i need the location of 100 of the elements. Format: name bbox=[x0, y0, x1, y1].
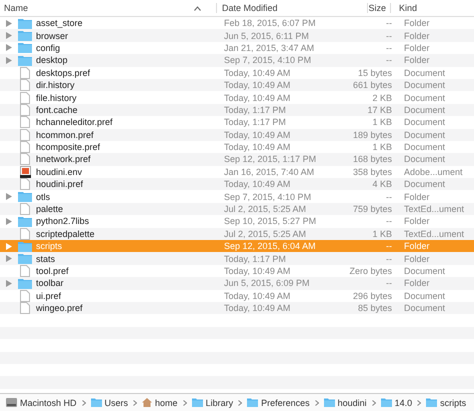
file-name: wingeo.pref bbox=[36, 303, 84, 314]
kind-cell-text: Document bbox=[403, 179, 446, 190]
kind-cell-text: Folder bbox=[403, 216, 430, 226]
file-row[interactable]: tool.pref Today, 10:49 AM Zero bytes Document bbox=[0, 264, 474, 278]
document-icon bbox=[20, 178, 30, 190]
file-row[interactable]: hcomposite.pref Today, 10:49 AM 1 KB Document bbox=[0, 140, 474, 154]
folder-icon bbox=[18, 240, 32, 252]
kind-cell-text: Adobe...ument bbox=[403, 166, 463, 177]
date-cell-text: Today, 10:49 AM bbox=[224, 303, 292, 314]
file-row[interactable]: otls Sep 7, 2015, 4:10 PM -- Folder bbox=[0, 190, 474, 203]
size-cell-text: -- bbox=[385, 254, 392, 264]
file-name: tool.pref bbox=[36, 266, 70, 276]
size-cell-text: 168 bytes bbox=[352, 154, 392, 164]
kind-cell-text: Folder bbox=[403, 30, 430, 41]
file-row[interactable]: desktops.pref Today, 10:49 AM 15 bytes Document bbox=[0, 66, 474, 79]
date-cell-text: Jul 2, 2015, 5:25 AM bbox=[224, 228, 308, 239]
kind-cell-text: Document bbox=[403, 266, 446, 276]
file-name: dir.history bbox=[36, 80, 76, 90]
file-row[interactable]: scriptedpalette Jul 2, 2015, 5:25 AM 1 KB TextEd...ument bbox=[0, 228, 474, 240]
kind-cell-text: Document bbox=[403, 92, 446, 103]
file-row[interactable]: file.history Today, 10:49 AM 2 KB Document bbox=[0, 91, 474, 104]
size-cell-text: 296 bytes bbox=[352, 290, 392, 301]
file-name: hnetwork.pref bbox=[36, 154, 92, 164]
size-cell-text: 1 KB bbox=[371, 228, 392, 239]
size-cell-text: -- bbox=[385, 18, 392, 28]
folder-icon bbox=[18, 278, 32, 289]
column-header[interactable]: Name bbox=[0, 3, 194, 13]
file-row[interactable]: config Jan 21, 2015, 3:47 AM -- Folder bbox=[0, 42, 474, 54]
size-cell-text: 2 KB bbox=[371, 92, 392, 103]
file-name: hchanneleditor.pref bbox=[36, 117, 114, 128]
path-item[interactable]: Library bbox=[206, 398, 234, 408]
file-name: hcommon.pref bbox=[36, 130, 95, 140]
folder-icon bbox=[380, 398, 392, 407]
file-row[interactable]: python2.7libs Sep 10, 2015, 5:27 PM -- Folder bbox=[0, 215, 474, 228]
date-cell-text: Jul 2, 2015, 5:25 AM bbox=[224, 204, 308, 214]
column-header[interactable]: Size bbox=[367, 3, 390, 13]
folder-icon bbox=[247, 398, 258, 407]
path-item[interactable]: 14.0 bbox=[394, 398, 412, 408]
file-row[interactable]: stats Today, 1:17 PM -- Folder bbox=[0, 252, 474, 265]
path-item[interactable]: Preferences bbox=[261, 398, 310, 408]
path-item[interactable]: Macintosh HD bbox=[20, 398, 77, 408]
file-row[interactable]: dir.history Today, 10:49 AM 661 bytes Document bbox=[0, 78, 474, 92]
size-cell-text: Zero bytes bbox=[348, 266, 392, 276]
path-item[interactable]: Users bbox=[104, 398, 128, 408]
file-row[interactable]: houdini.pref Today, 10:49 AM 4 KB Document bbox=[0, 178, 474, 190]
file-row[interactable]: ui.pref Today, 10:49 AM 296 bytes Document bbox=[0, 290, 474, 302]
disclosure-triangle-icon[interactable] bbox=[6, 193, 12, 200]
chevron-icon bbox=[417, 400, 422, 406]
size-cell-text: 189 bytes bbox=[352, 130, 392, 140]
file-row[interactable]: wingeo.pref Today, 10:49 AM 85 bytes Document bbox=[0, 302, 474, 314]
path-item[interactable]: home bbox=[155, 398, 178, 408]
kind-cell-text: Folder bbox=[403, 254, 430, 264]
document-icon bbox=[20, 228, 30, 240]
file-row[interactable]: font.cache Today, 1:17 PM 17 KB Document bbox=[0, 104, 474, 116]
date-cell-text: Sep 12, 2015, 1:17 PM bbox=[224, 154, 318, 164]
file-row[interactable]: asset_store Feb 18, 2015, 6:07 PM -- Folder bbox=[0, 17, 474, 30]
kind-cell-text: Folder bbox=[403, 18, 430, 28]
file-row[interactable]: hnetwork.pref Sep 12, 2015, 1:17 PM 168 bytes Document bbox=[0, 153, 474, 166]
kind-cell-text: Folder bbox=[403, 241, 430, 252]
column-header[interactable]: Kind bbox=[390, 3, 418, 13]
file-row[interactable]: hchanneleditor.pref Today, 1:17 PM 1 KB Document bbox=[0, 116, 474, 129]
document-icon bbox=[20, 141, 30, 154]
file-name: ui.pref bbox=[36, 290, 62, 301]
file-row[interactable]: houdini.env Jan 16, 2015, 7:40 AM 358 bytes Adobe...ument bbox=[0, 166, 474, 178]
size-cell-text: 85 bytes bbox=[356, 303, 392, 314]
file-row[interactable]: desktop Sep 7, 2015, 4:10 PM -- Folder bbox=[0, 54, 474, 67]
file-row[interactable]: palette Jul 2, 2015, 5:25 AM 759 bytes TextEd...ument bbox=[0, 202, 474, 216]
file-name: toolbar bbox=[36, 278, 65, 288]
chevron-icon bbox=[182, 400, 187, 406]
folder-icon bbox=[18, 18, 32, 29]
disclosure-triangle-icon[interactable] bbox=[6, 218, 12, 225]
kind-cell-text: TextEd...ument bbox=[403, 228, 464, 239]
size-cell-text: 15 bytes bbox=[356, 68, 392, 78]
file-row[interactable]: hcommon.pref Today, 10:49 AM 189 bytes Document bbox=[0, 128, 474, 141]
date-cell-text: Sep 10, 2015, 5:27 PM bbox=[224, 216, 318, 226]
date-cell-text: Sep 12, 2015, 6:04 AM bbox=[224, 241, 317, 252]
folder-icon bbox=[18, 191, 32, 202]
disclosure-triangle-icon[interactable] bbox=[6, 280, 12, 287]
folder-icon bbox=[426, 398, 438, 407]
folder-icon bbox=[90, 398, 102, 407]
file-row[interactable]: toolbar Jun 5, 2015, 6:09 PM -- Folder bbox=[0, 277, 474, 290]
file-name: houdini.pref bbox=[36, 179, 84, 190]
kind-cell-text: Document bbox=[403, 117, 446, 128]
folder-icon bbox=[18, 253, 32, 264]
path-item[interactable]: houdini bbox=[338, 398, 367, 408]
date-cell-text: Sep 7, 2015, 4:10 PM bbox=[224, 192, 312, 202]
file-name: config bbox=[36, 42, 62, 53]
path-item[interactable]: scripts bbox=[440, 398, 466, 408]
file-name: font.cache bbox=[36, 104, 79, 115]
date-cell-text: Jun 5, 2015, 6:11 PM bbox=[224, 30, 310, 41]
chevron-icon bbox=[133, 400, 138, 406]
date-cell-text: Today, 10:49 AM bbox=[224, 266, 292, 276]
date-cell-text: Sep 7, 2015, 4:10 PM bbox=[224, 55, 312, 66]
date-cell-text: Today, 10:49 AM bbox=[224, 92, 292, 103]
file-row[interactable]: browser Jun 5, 2015, 6:11 PM -- Folder bbox=[0, 29, 474, 42]
document-icon bbox=[20, 66, 30, 79]
size-cell-text: -- bbox=[385, 216, 392, 226]
chevron-icon bbox=[82, 400, 86, 406]
date-cell-text: Today, 10:49 AM bbox=[224, 68, 292, 78]
column-header[interactable]: Date Modified bbox=[216, 3, 367, 13]
